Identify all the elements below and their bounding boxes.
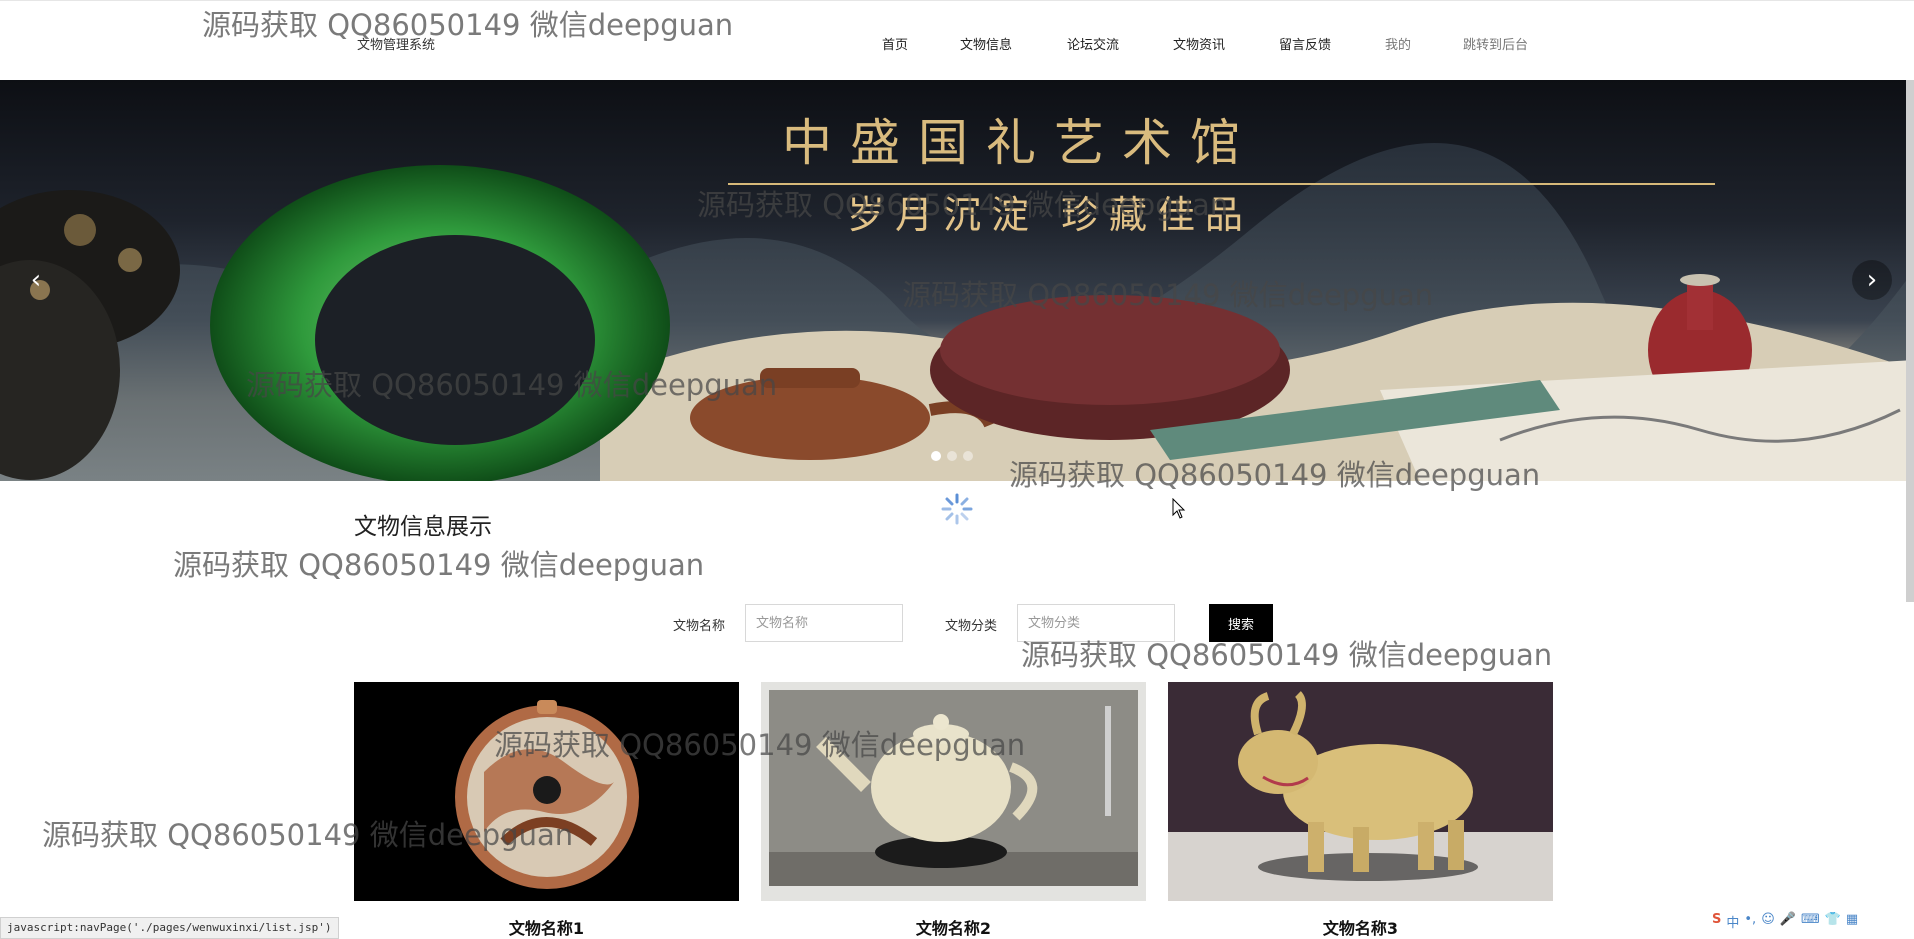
ime-skin-icon[interactable]: 👕 — [1825, 912, 1841, 931]
chevron-right-icon[interactable]: › — [1852, 260, 1892, 300]
ime-toolbox-icon[interactable]: ▦ — [1846, 912, 1858, 931]
nav-my[interactable]: 我的 — [1385, 34, 1411, 53]
ime-logo-icon[interactable]: S — [1712, 912, 1721, 931]
relic-image[interactable] — [1168, 682, 1553, 901]
relic-name[interactable]: 文物名称2 — [761, 915, 1146, 939]
category-search-input[interactable] — [1017, 604, 1175, 642]
top-header: 文物管理系统 首页 文物信息 论坛交流 文物资讯 留言反馈 我的 跳转到后台 — [0, 0, 1914, 81]
nav-forum[interactable]: 论坛交流 — [1067, 34, 1119, 53]
carousel-dots — [931, 451, 973, 461]
status-bar-url: javascript:navPage('./pages/wenwuxinxi/l… — [0, 917, 339, 939]
relic-card[interactable]: 文物名称2 — [761, 682, 1146, 938]
ime-microphone-icon[interactable]: 🎤 — [1780, 912, 1796, 931]
banner-image: 中盛国礼艺术馆 岁月沉淀 珍藏佳品 — [0, 114, 1914, 481]
carousel-dot-1[interactable] — [931, 451, 941, 461]
ime-punctuation-icon[interactable]: •, — [1744, 912, 1756, 931]
category-label: 文物分类 — [945, 619, 998, 634]
relic-image[interactable] — [761, 682, 1146, 901]
carousel-dot-3[interactable] — [963, 451, 973, 461]
banner-title: 中盛国礼艺术馆 — [782, 114, 1258, 172]
section-title: 文物信息展示 — [354, 514, 492, 540]
relic-name[interactable]: 文物名称1 — [354, 915, 739, 939]
nav-relics-news[interactable]: 文物资讯 — [1173, 34, 1225, 53]
ime-tray: S 中 •, ☺ 🎤 ⌨ 👕 ▦ — [1712, 912, 1858, 931]
relic-card[interactable]: 文物名称1 — [354, 682, 739, 938]
search-button[interactable]: 搜索 — [1209, 604, 1273, 642]
nav-feedback[interactable]: 留言反馈 — [1279, 34, 1331, 53]
loading-spinner-icon — [941, 493, 973, 525]
nav-admin[interactable]: 跳转到后台 — [1463, 34, 1528, 53]
banner-subtitle: 岁月沉淀 珍藏佳品 — [847, 193, 1253, 237]
chevron-left-icon[interactable]: ‹ — [16, 260, 56, 300]
nav-relics-info[interactable]: 文物信息 — [960, 34, 1012, 53]
search-bar: 文物名称 文物分类 搜索 — [0, 604, 1914, 642]
page-scrollbar[interactable] — [1906, 80, 1914, 602]
main-nav: 首页 文物信息 论坛交流 文物资讯 留言反馈 我的 跳转到后台 — [0, 34, 1914, 54]
name-label: 文物名称 — [673, 619, 726, 634]
nav-home[interactable]: 首页 — [882, 34, 908, 53]
watermark-text: 源码获取 QQ86050149 微信deepguan — [173, 548, 705, 582]
carousel-dot-2[interactable] — [947, 451, 957, 461]
mouse-cursor-icon — [1172, 498, 1186, 519]
relic-name[interactable]: 文物名称3 — [1168, 915, 1553, 939]
relic-image[interactable] — [354, 682, 739, 901]
name-search-input[interactable] — [745, 604, 903, 642]
ime-chinese-mode-icon[interactable]: 中 — [1726, 912, 1739, 931]
ime-keyboard-icon[interactable]: ⌨ — [1801, 912, 1820, 931]
relic-card[interactable]: 文物名称3 — [1168, 682, 1553, 938]
banner-carousel[interactable]: 中盛国礼艺术馆 岁月沉淀 珍藏佳品 ‹ › — [0, 80, 1914, 481]
ime-emoji-icon[interactable]: ☺ — [1761, 912, 1775, 931]
